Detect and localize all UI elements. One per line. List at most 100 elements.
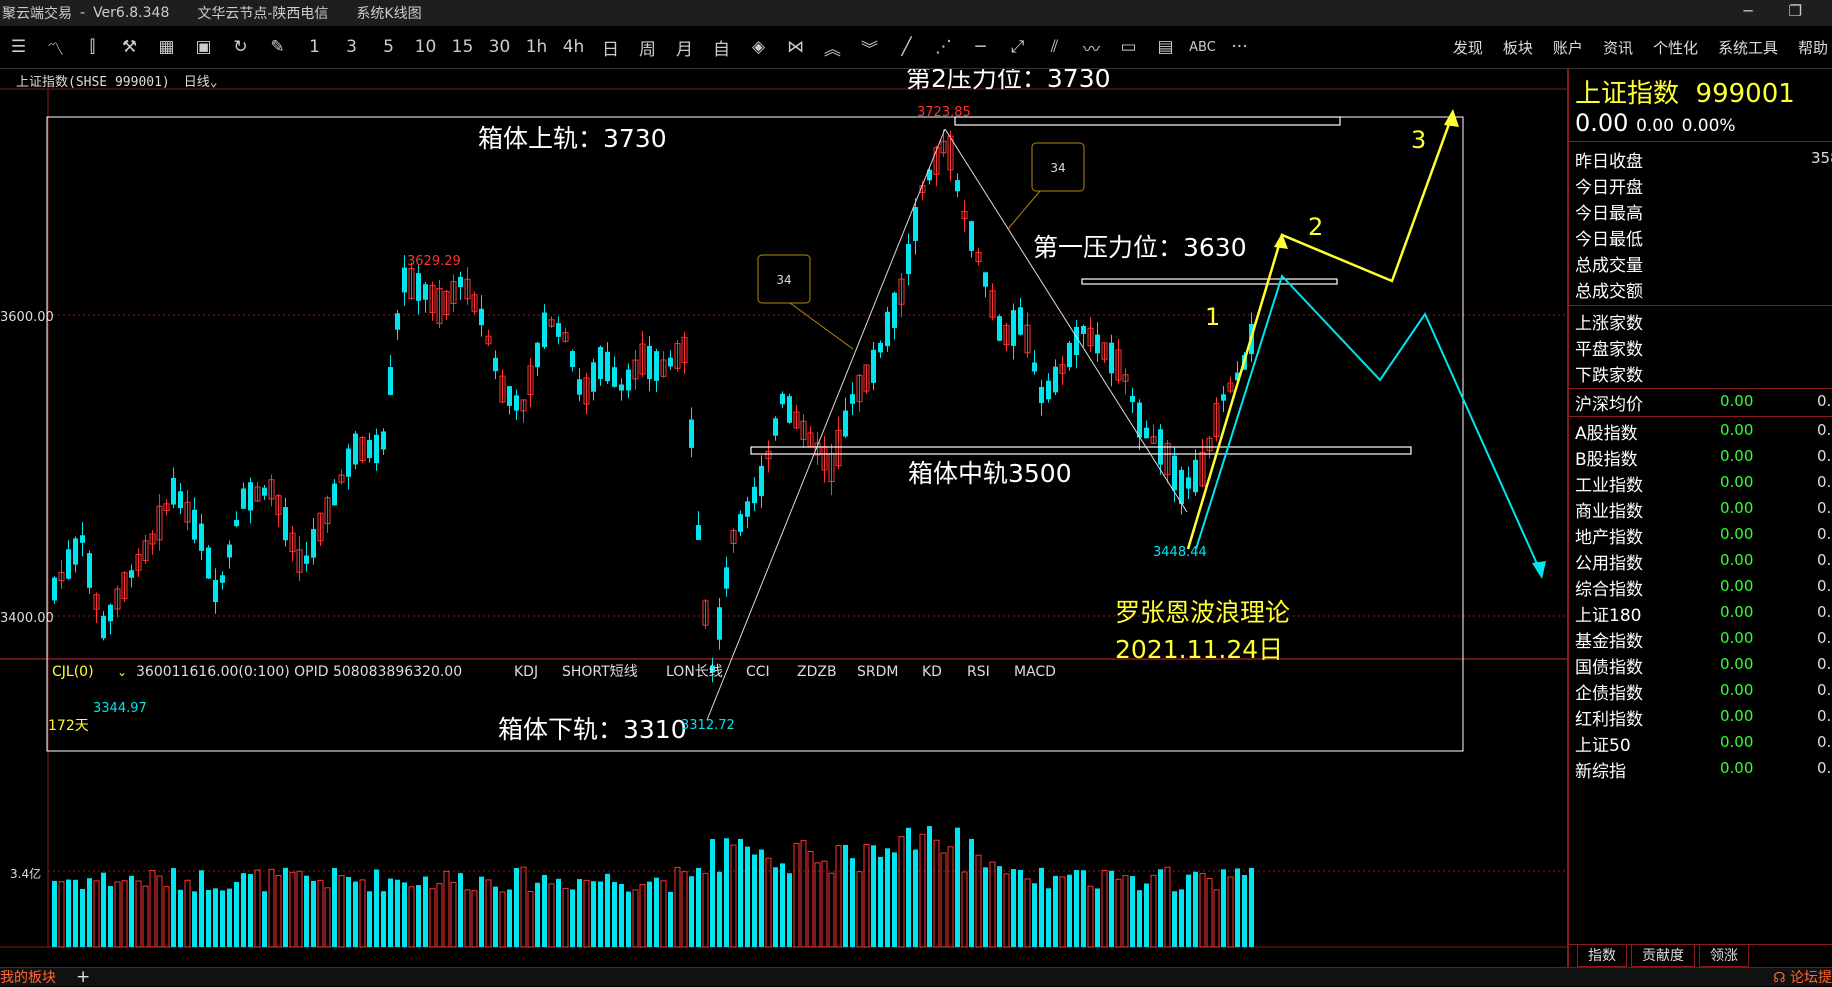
- list-icon[interactable]: ☰: [0, 33, 37, 61]
- period-month[interactable]: 月: [666, 33, 703, 61]
- tool-icon[interactable]: ⚒: [111, 33, 148, 61]
- indicator-tab-srdm[interactable]: SRDM: [857, 664, 898, 680]
- menu-system-tools[interactable]: 系统工具: [1718, 37, 1778, 58]
- candle-icon[interactable]: ⫿: [74, 33, 111, 61]
- volume-bar: [1227, 876, 1234, 948]
- wave-icon[interactable]: 〰: [1073, 33, 1110, 61]
- index-row[interactable]: 综合指数0.000.0: [1575, 575, 1832, 601]
- index-row[interactable]: 基金指数0.000.0: [1575, 627, 1832, 653]
- text-tool-icon[interactable]: ABC: [1184, 33, 1221, 61]
- indicator-tab-lon[interactable]: LON长线: [666, 664, 723, 680]
- menu-account[interactable]: 账户: [1553, 37, 1583, 58]
- quote-row: 今日最高: [1575, 204, 1643, 224]
- menu-sector[interactable]: 板块: [1503, 37, 1533, 58]
- index-row[interactable]: 上证500.000.0: [1575, 731, 1832, 757]
- period-1[interactable]: 1: [296, 33, 333, 61]
- line-chart-icon[interactable]: 〽: [37, 33, 74, 61]
- volume-bar: [1130, 876, 1135, 947]
- indicator-tab-cci[interactable]: CCI: [746, 664, 770, 680]
- tab-index[interactable]: 指数: [1577, 945, 1627, 967]
- chevron-down-icon[interactable]: ︾: [851, 33, 888, 61]
- rect-icon[interactable]: ▭: [1110, 33, 1147, 61]
- period-day[interactable]: 日: [592, 33, 629, 61]
- volume-bar: [759, 849, 764, 947]
- refresh-icon[interactable]: ↻: [222, 33, 259, 61]
- volume-bar: [632, 889, 639, 948]
- draw-icon[interactable]: ✎: [259, 33, 296, 61]
- my-sector-tab[interactable]: 我的板块: [0, 967, 56, 987]
- index-row[interactable]: 沪深均价0.000.0: [1575, 390, 1832, 416]
- candle-body: [87, 553, 92, 588]
- line-tool-icon[interactable]: ╱: [888, 33, 925, 61]
- index-row[interactable]: 地产指数0.000.0: [1575, 523, 1832, 549]
- volume-bar: [311, 880, 316, 947]
- tab-leaders[interactable]: 领涨: [1699, 945, 1749, 967]
- diamond-icon[interactable]: ◈: [740, 33, 777, 61]
- index-row[interactable]: 企债指数0.000.0: [1575, 679, 1832, 705]
- period-30[interactable]: 30: [481, 33, 518, 61]
- volume-bar: [1087, 885, 1094, 948]
- restore-button[interactable]: ❐: [1789, 2, 1802, 20]
- candle-body: [514, 395, 519, 411]
- kline-chart[interactable]: 3600.00 3400.00 34 34 第2压力位：3730 箱体上轨：37…: [0, 69, 1567, 967]
- candle-body: [745, 501, 750, 517]
- menu-help[interactable]: 帮助: [1798, 37, 1828, 58]
- fib-icon[interactable]: ▤: [1147, 33, 1184, 61]
- hline-icon[interactable]: ─: [962, 33, 999, 61]
- indicator-tab-rsi[interactable]: RSI: [967, 664, 990, 680]
- volume-bar: [660, 880, 667, 948]
- period-5[interactable]: 5: [370, 33, 407, 61]
- index-row[interactable]: B股指数0.000.0: [1575, 445, 1832, 471]
- period-10[interactable]: 10: [407, 33, 444, 61]
- tab-contribution[interactable]: 贡献度: [1631, 945, 1695, 967]
- candle-body: [1221, 394, 1226, 401]
- volume-bar: [129, 875, 134, 947]
- index-row[interactable]: 商业指数0.000.0: [1575, 497, 1832, 523]
- index-row[interactable]: 上证1800.000.0: [1575, 601, 1832, 627]
- period-week[interactable]: 周: [629, 33, 666, 61]
- add-tab-button[interactable]: +: [76, 967, 90, 987]
- volume-bar: [674, 866, 681, 948]
- volume-bar: [605, 873, 610, 947]
- menu-discover[interactable]: 发现: [1453, 37, 1483, 58]
- candle-body: [1137, 402, 1142, 438]
- minimize-button[interactable]: ─: [1744, 2, 1753, 20]
- channel-icon[interactable]: ⫽: [1036, 33, 1073, 61]
- forum-link[interactable]: ☊ 论坛提: [1773, 967, 1832, 987]
- volume-bar: [1032, 883, 1037, 947]
- dash-line-icon[interactable]: ⋰: [925, 33, 962, 61]
- indicator-tab-zdzb[interactable]: ZDZB: [797, 664, 837, 680]
- indicator-tab-short[interactable]: SHORT短线: [562, 664, 638, 680]
- period-custom[interactable]: 自: [703, 33, 740, 61]
- indicator-tab-kdj[interactable]: KDJ: [514, 664, 538, 680]
- index-row[interactable]: 公用指数0.000.0: [1575, 549, 1832, 575]
- volume-bar: [458, 873, 463, 947]
- volume-bar: [479, 876, 484, 947]
- index-row[interactable]: 新综指0.000.0: [1575, 757, 1832, 783]
- index-row[interactable]: 工业指数0.000.0: [1575, 471, 1832, 497]
- volume-bar: [93, 880, 100, 948]
- instrument-bar: 上证指数(SHSE 999001) 日线⌄: [0, 69, 218, 91]
- volume-label[interactable]: CJL(0): [52, 664, 94, 680]
- ray-icon[interactable]: ⤢: [999, 33, 1036, 61]
- index-row[interactable]: A股指数0.000.0: [1575, 419, 1832, 445]
- bowtie-icon[interactable]: ⋈: [777, 33, 814, 61]
- indicator-tab-kd[interactable]: KD: [922, 664, 942, 680]
- volume-dropdown-icon[interactable]: ⌄: [117, 665, 127, 679]
- indicator-tab-macd[interactable]: MACD: [1014, 664, 1056, 680]
- menu-personalize[interactable]: 个性化: [1653, 37, 1698, 58]
- chevron-up-icon[interactable]: ︽: [814, 33, 851, 61]
- annotation-box-top: 箱体上轨：3730: [478, 124, 667, 153]
- candle-body: [1039, 387, 1044, 403]
- index-row[interactable]: 国债指数0.000.0: [1575, 653, 1832, 679]
- save-icon[interactable]: ▣: [185, 33, 222, 61]
- menu-news[interactable]: 资讯: [1603, 37, 1633, 58]
- grid-icon[interactable]: ▦: [148, 33, 185, 61]
- period-15[interactable]: 15: [444, 33, 481, 61]
- index-row[interactable]: 红利指数0.000.0: [1575, 705, 1832, 731]
- period-selector[interactable]: 日线⌄: [184, 71, 218, 90]
- period-1h[interactable]: 1h: [518, 33, 555, 61]
- more-icon[interactable]: ···: [1221, 33, 1258, 61]
- period-3[interactable]: 3: [333, 33, 370, 61]
- period-4h[interactable]: 4h: [555, 33, 592, 61]
